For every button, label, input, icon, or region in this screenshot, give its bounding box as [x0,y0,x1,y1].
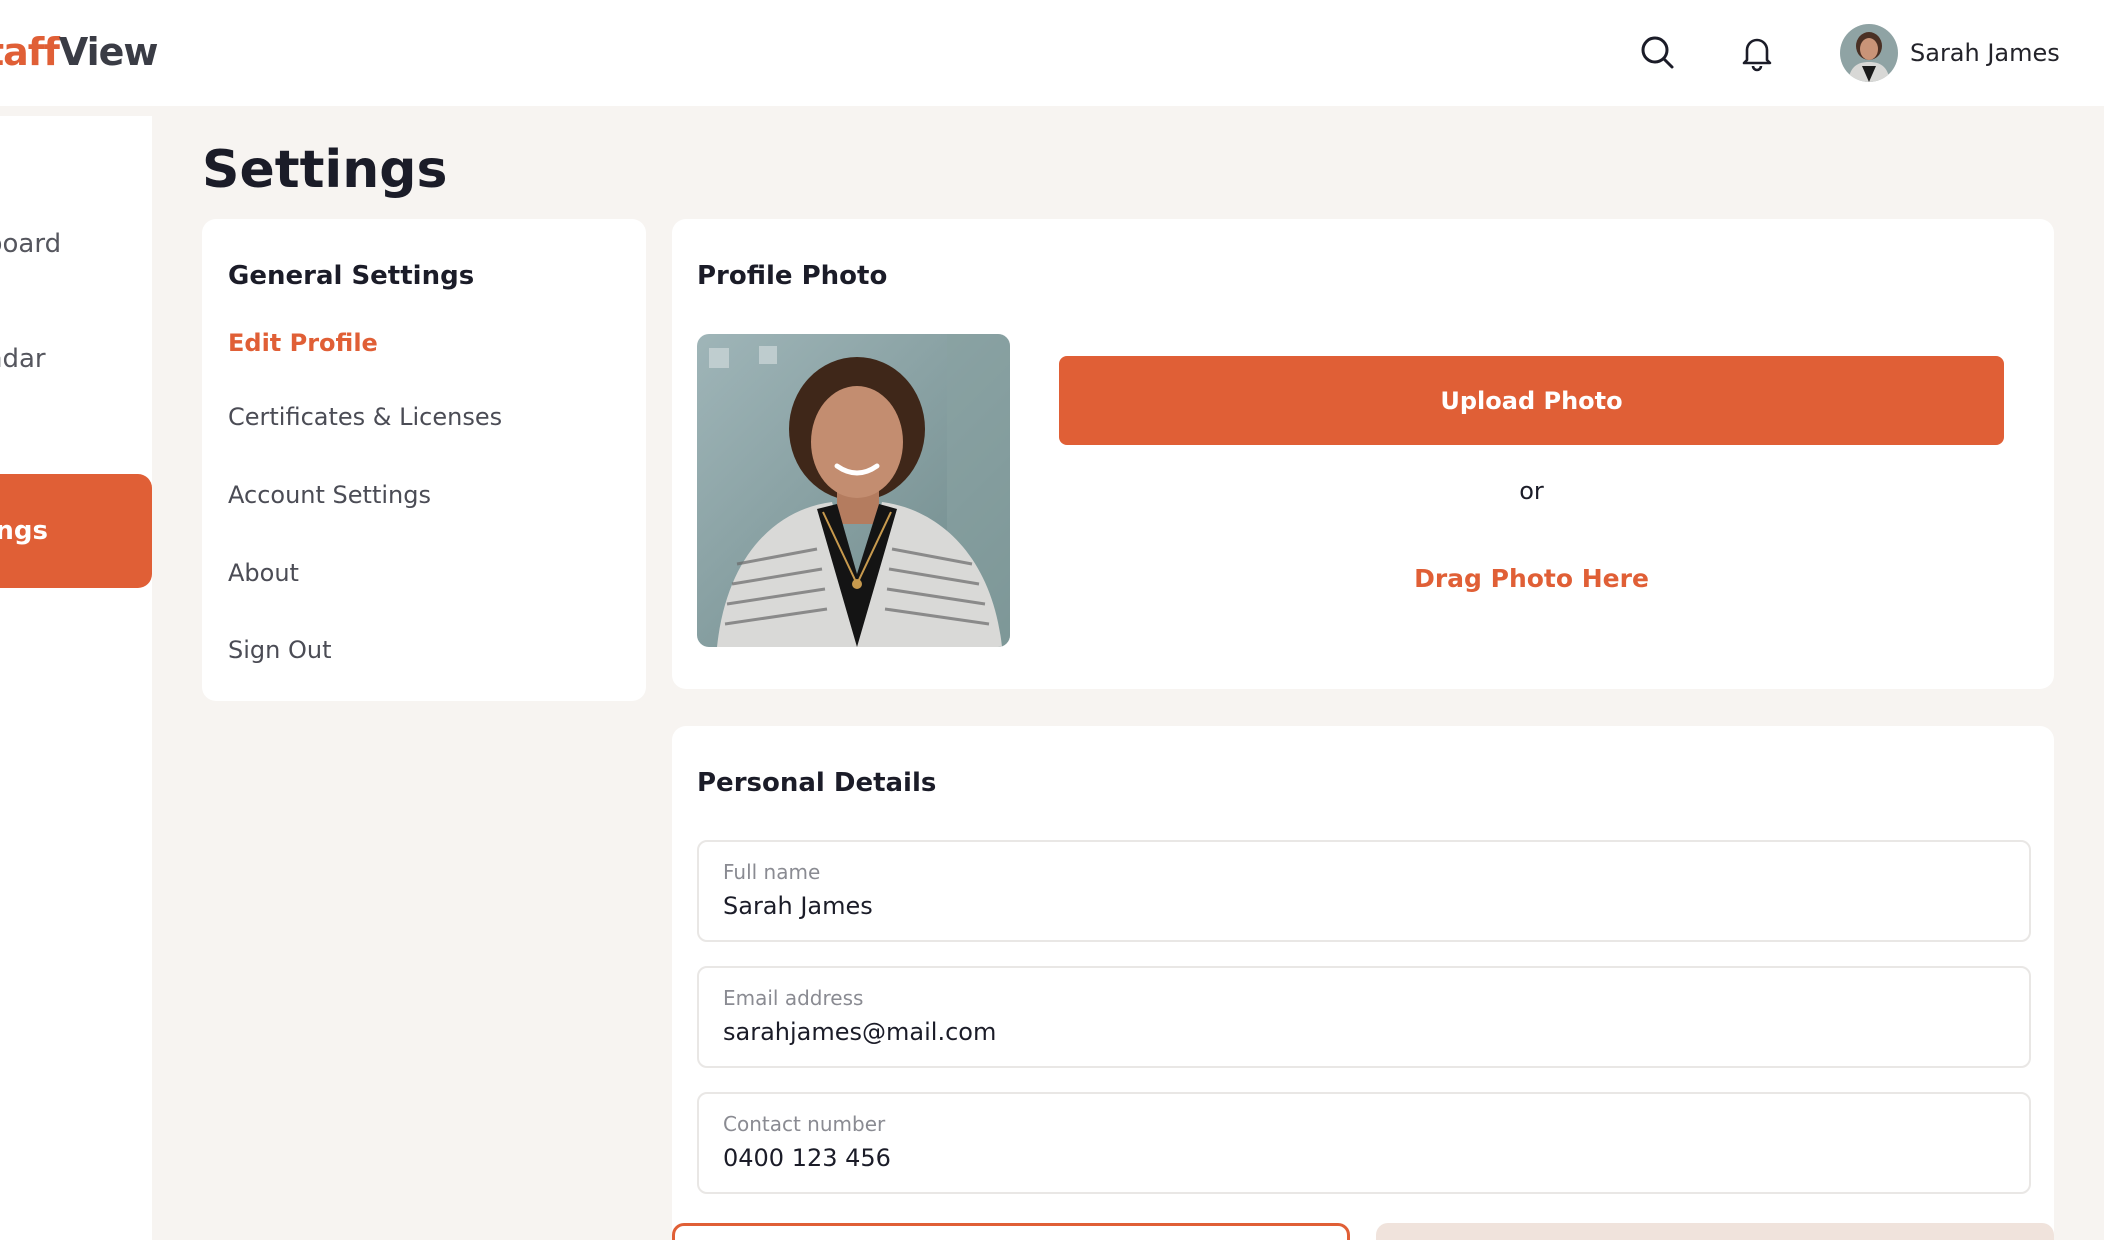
secondary-action-button[interactable] [672,1223,1350,1240]
profile-photo-card: Profile Photo Upload Photo or Drag Photo… [672,219,2054,689]
or-separator: or [1519,477,1544,505]
full-name-input[interactable] [723,892,2003,920]
personal-details-title: Personal Details [697,768,937,798]
menu-item-about[interactable]: About [228,559,299,587]
full-name-label: Full name [723,860,821,884]
app-logo[interactable]: taffView [0,30,159,74]
contact-number-label: Contact number [723,1112,886,1136]
user-name: Sarah James [1910,39,2060,67]
logo-text-dark: View [58,30,159,74]
menu-item-edit-profile[interactable]: Edit Profile [228,329,378,357]
logo-text-accent: taff [0,30,60,74]
search-icon[interactable] [1637,32,1677,72]
email-label: Email address [723,986,864,1010]
settings-menu-heading: General Settings [228,261,475,291]
sidebar-item-label: tings [0,516,48,546]
contact-number-field[interactable]: Contact number [697,1092,2031,1194]
sidebar-item-label: endar [0,344,46,374]
drag-photo-dropzone[interactable]: Drag Photo Here [1059,564,2004,593]
settings-menu-card: General Settings Edit Profile Certificat… [202,219,646,701]
upload-photo-button[interactable]: Upload Photo [1059,356,2004,445]
email-input[interactable] [723,1018,2003,1046]
page-title: Settings [202,140,448,200]
sidebar: shboard endar s tings [0,116,152,1240]
avatar [1840,24,1898,82]
profile-photo[interactable] [697,334,1010,647]
profile-photo-title: Profile Photo [697,261,888,291]
sidebar-item-calendar[interactable]: endar [0,302,152,416]
menu-item-sign-out[interactable]: Sign Out [228,636,332,664]
email-field[interactable]: Email address [697,966,2031,1068]
sidebar-item-dashboard[interactable]: shboard [0,187,152,301]
sidebar-item-label: shboard [0,229,62,259]
sidebar-item-settings[interactable]: tings [0,474,152,588]
user-menu[interactable]: Sarah James [1840,24,2060,82]
personal-details-card: Personal Details Full name Email address… [672,726,2054,1240]
menu-item-account-settings[interactable]: Account Settings [228,481,431,509]
full-name-field[interactable]: Full name [697,840,2031,942]
contact-number-input[interactable] [723,1144,2003,1172]
top-bar: taffView Sarah James [0,0,2104,106]
primary-action-button[interactable] [1376,1223,2054,1240]
bell-icon[interactable] [1737,32,1777,72]
menu-item-certificates-licenses[interactable]: Certificates & Licenses [228,403,502,431]
